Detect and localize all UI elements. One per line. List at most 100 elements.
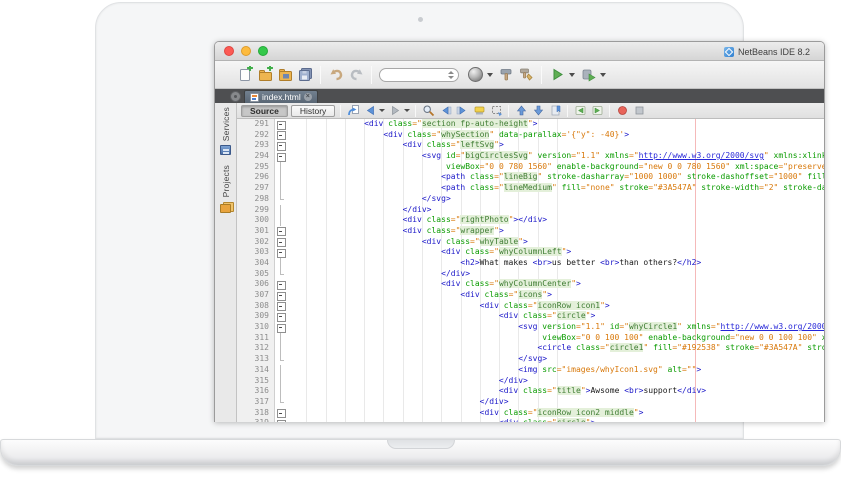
undo-button[interactable]	[326, 65, 346, 85]
code-line[interactable]: <div class="whyTable">	[287, 237, 824, 248]
rectangular-selection-button[interactable]	[489, 104, 503, 118]
next-occurrence-button[interactable]	[455, 104, 469, 118]
start-macro-button[interactable]	[615, 104, 629, 118]
code-line[interactable]: </svg>	[287, 354, 824, 365]
fold-toggle[interactable]	[275, 301, 287, 312]
line-number: 294	[237, 151, 269, 162]
fold-toggle[interactable]	[275, 247, 287, 258]
close-tab-icon[interactable]: ×	[304, 93, 312, 101]
minimize-window-button[interactable]	[241, 46, 251, 56]
back-button[interactable]	[363, 104, 377, 118]
new-project-button[interactable]	[255, 65, 275, 85]
code-line[interactable]: <div class="whyColumnCenter">	[287, 279, 824, 290]
debug-project-button[interactable]	[578, 65, 598, 85]
new-file-button[interactable]	[235, 65, 255, 85]
code-line[interactable]: </div>	[287, 397, 824, 408]
code-line[interactable]: <div class="whySection" data-parallax='{…	[287, 130, 824, 141]
run-dropdown-icon[interactable]	[569, 73, 575, 77]
fold-toggle[interactable]	[275, 226, 287, 237]
previous-occurrence-button[interactable]	[438, 104, 452, 118]
forward-button[interactable]	[388, 104, 402, 118]
fold-toggle[interactable]	[275, 279, 287, 290]
services-icon	[220, 145, 231, 155]
build-project-button[interactable]	[496, 65, 516, 85]
toggle-highlight-button[interactable]	[472, 104, 486, 118]
code-line[interactable]: <div class="title">Awsome <br>support</d…	[287, 386, 824, 397]
save-all-icon	[297, 66, 314, 83]
code-fold-column	[275, 119, 287, 422]
code-line[interactable]: <div class="circle">	[287, 418, 824, 422]
fold-toggle[interactable]	[275, 130, 287, 141]
code-line[interactable]: </svg>	[287, 194, 824, 205]
last-edit-button[interactable]	[346, 104, 360, 118]
code-line[interactable]: <div class="leftSvg">	[287, 140, 824, 151]
code-line[interactable]: <div class="iconRow icon1">	[287, 301, 824, 312]
fold-guide	[275, 376, 287, 387]
code-line[interactable]: <path class="lineBig" stroke-dasharray="…	[287, 172, 824, 183]
open-project-button[interactable]	[275, 65, 295, 85]
code-line[interactable]: <div class="icons">	[287, 290, 824, 301]
next-bookmark-button[interactable]	[531, 104, 545, 118]
tab-index-html[interactable]: index.html ×	[244, 90, 318, 103]
save-all-button[interactable]	[295, 65, 315, 85]
fold-toggle[interactable]	[275, 290, 287, 301]
code-line[interactable]: viewBox="0 0 100 100" enable-background=…	[287, 333, 824, 344]
fold-guide	[275, 365, 287, 376]
run-project-button[interactable]	[547, 65, 567, 85]
configuration-combobox[interactable]	[379, 68, 459, 82]
code-line[interactable]: <path class="lineMedium" fill="none" str…	[287, 183, 824, 194]
sidebar-tab-projects[interactable]: Projects	[220, 165, 232, 211]
tab-list-button[interactable]	[230, 91, 241, 102]
clean-build-button[interactable]	[516, 65, 536, 85]
laptop-mockup: NetBeans IDE 8.2	[0, 0, 841, 497]
find-selection-button[interactable]	[421, 104, 435, 118]
code-line[interactable]: <div class="section fp-auto-height">	[287, 119, 824, 130]
code-area[interactable]: <div class="section fp-auto-height"> <di…	[287, 119, 824, 422]
line-number: 299	[237, 205, 269, 216]
code-line[interactable]: <svg id="bigCirclesSvg" version="1.1" xm…	[287, 151, 824, 162]
code-line[interactable]: <circle class="circle1" fill="#192538" s…	[287, 343, 824, 354]
code-line[interactable]: <img src="images/whyIcon1.svg" alt="">	[287, 365, 824, 376]
code-line[interactable]: <div class="whyColumnLeft">	[287, 247, 824, 258]
back-dropdown-icon[interactable]	[379, 109, 385, 112]
shift-right-button[interactable]	[590, 104, 604, 118]
code-line[interactable]: <h2>What makes <br>us better <br>than ot…	[287, 258, 824, 269]
fold-toggle[interactable]	[275, 408, 287, 419]
code-line[interactable]: <div class="rightPhoto"></div>	[287, 215, 824, 226]
camera-dot	[418, 17, 423, 22]
connect-dropdown-icon[interactable]	[487, 73, 493, 77]
sidebar-tab-services[interactable]: Services	[220, 107, 231, 155]
zoom-window-button[interactable]	[258, 46, 268, 56]
source-view-button[interactable]: Source	[241, 105, 288, 117]
toggle-bookmark-button[interactable]	[548, 104, 562, 118]
code-line[interactable]: <div class="wrapper">	[287, 226, 824, 237]
code-line[interactable]: viewBox="0 0 780 1560" enable-background…	[287, 162, 824, 173]
line-number: 302	[237, 237, 269, 248]
fold-toggle[interactable]	[275, 140, 287, 151]
next-bookmark-icon	[532, 104, 545, 117]
redo-button[interactable]	[346, 65, 366, 85]
fold-toggle[interactable]	[275, 151, 287, 162]
code-line[interactable]: </div>	[287, 205, 824, 216]
close-window-button[interactable]	[224, 46, 234, 56]
stop-macro-button[interactable]	[632, 104, 646, 118]
code-editor[interactable]: 2912922932942952962972982993003013023033…	[237, 119, 824, 422]
code-line[interactable]: <div class="circle">	[287, 311, 824, 322]
previous-bookmark-button[interactable]	[514, 104, 528, 118]
connect-button[interactable]	[465, 65, 485, 85]
code-line[interactable]: </div>	[287, 376, 824, 387]
shift-left-button[interactable]	[573, 104, 587, 118]
editor-toolbar-separator	[415, 105, 416, 117]
debug-dropdown-icon[interactable]	[600, 73, 606, 77]
fold-toggle[interactable]	[275, 418, 287, 422]
forward-dropdown-icon[interactable]	[404, 109, 410, 112]
code-line[interactable]: <div class="iconRow icon2 middle">	[287, 408, 824, 419]
left-tab-strip: Services Projects	[215, 103, 237, 422]
code-line[interactable]: </div>	[287, 269, 824, 280]
fold-toggle[interactable]	[275, 237, 287, 248]
code-line[interactable]: <svg version="1.1" id="whyCircle1" xmlns…	[287, 322, 824, 333]
fold-toggle[interactable]	[275, 311, 287, 322]
fold-toggle[interactable]	[275, 119, 287, 130]
history-view-button[interactable]: History	[291, 105, 335, 117]
fold-toggle[interactable]	[275, 322, 287, 333]
